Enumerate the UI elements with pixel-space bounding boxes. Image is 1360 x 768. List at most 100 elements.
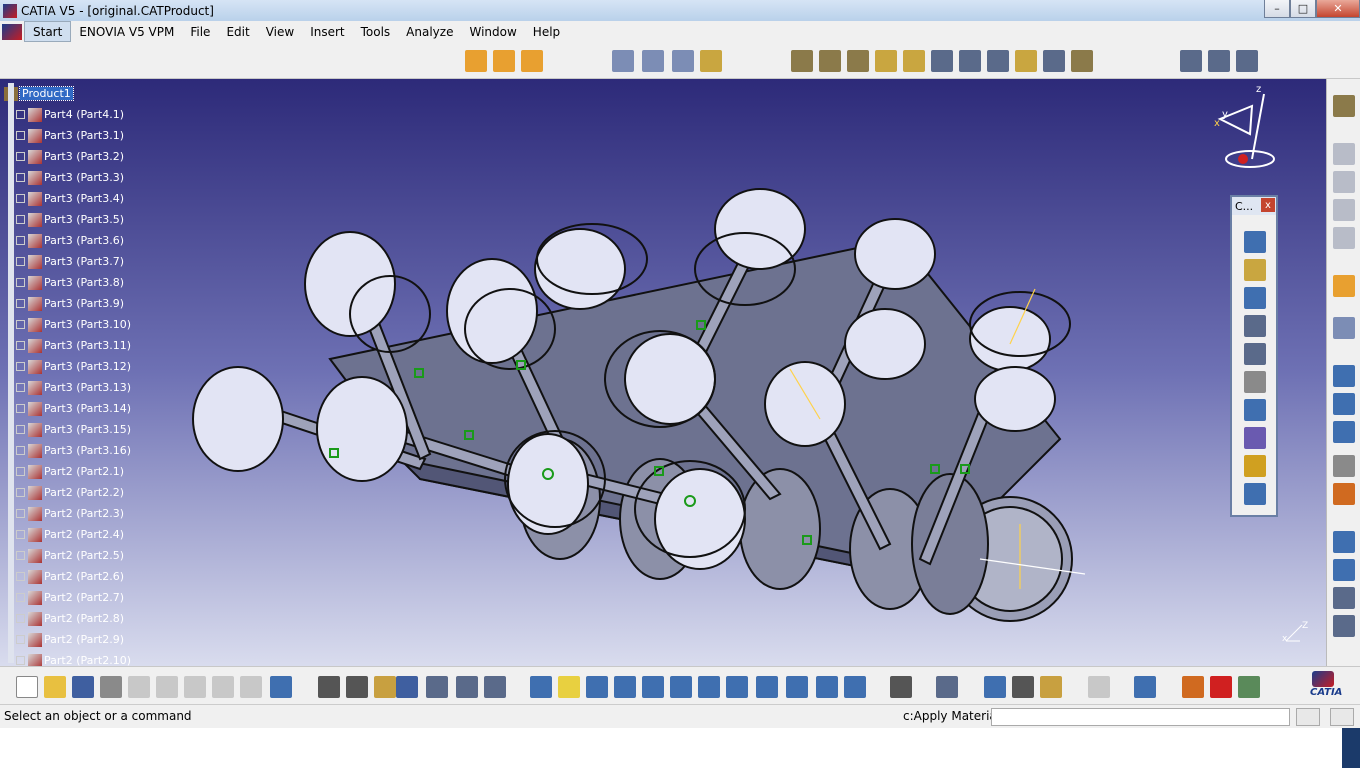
tree-node-label[interactable]: Part2 (Part2.7) — [44, 591, 124, 604]
update-icon[interactable] — [1088, 676, 1110, 698]
command-input[interactable] — [991, 708, 1290, 726]
anchor-icon[interactable] — [1244, 343, 1266, 365]
tree-node-label[interactable]: Part3 (Part3.15) — [44, 423, 131, 436]
fit-all-icon[interactable] — [558, 676, 580, 698]
expand-icon[interactable] — [16, 530, 25, 539]
list-icon[interactable] — [484, 676, 506, 698]
multi-view-icon[interactable] — [726, 676, 748, 698]
refresh-icon[interactable] — [1244, 455, 1266, 477]
whats-this-icon[interactable] — [270, 676, 292, 698]
tree-node-label[interactable]: Part3 (Part3.4) — [44, 192, 124, 205]
tree-node[interactable]: Part2 (Part2.7) — [4, 587, 131, 608]
expand-icon[interactable] — [16, 614, 25, 623]
undo-icon[interactable] — [212, 676, 234, 698]
normal-view-icon[interactable] — [698, 676, 720, 698]
camera-icon[interactable] — [890, 676, 912, 698]
expand-icon[interactable] — [16, 194, 25, 203]
measure-icon[interactable] — [984, 676, 1006, 698]
tree-node[interactable]: Part3 (Part3.4) — [4, 188, 131, 209]
knowledge-icon[interactable] — [374, 676, 396, 698]
constraints-floating-toolbar[interactable]: C... x — [1230, 195, 1278, 517]
zoom-out-icon[interactable] — [670, 676, 692, 698]
tree-node[interactable]: Part2 (Part2.1) — [4, 461, 131, 482]
manipulation-icon[interactable] — [612, 50, 634, 72]
fix-together-icon[interactable] — [931, 50, 953, 72]
view-cube-icon[interactable] — [1333, 531, 1355, 553]
tree-node[interactable]: Part3 (Part3.15) — [4, 419, 131, 440]
tree-expand-icon[interactable] — [1208, 50, 1230, 72]
expand-icon[interactable] — [16, 593, 25, 602]
tree-node[interactable]: Part3 (Part3.8) — [4, 272, 131, 293]
tree-node[interactable]: Part2 (Part2.4) — [4, 524, 131, 545]
comment-icon[interactable] — [346, 676, 368, 698]
quick-constraint-icon[interactable] — [959, 50, 981, 72]
measure-item-icon[interactable] — [1012, 676, 1034, 698]
hide-show-icon[interactable] — [816, 676, 838, 698]
tree-node-label[interactable]: Part2 (Part2.2) — [44, 486, 124, 499]
expand-icon[interactable] — [16, 425, 25, 434]
tree-node[interactable]: Part3 (Part3.14) — [4, 398, 131, 419]
expand-icon[interactable] — [16, 215, 25, 224]
tree-root[interactable]: Product1 — [4, 83, 131, 104]
tree-node-label[interactable]: Part3 (Part3.6) — [44, 234, 124, 247]
expand-icon[interactable] — [16, 299, 25, 308]
change-constraint-icon[interactable] — [1015, 50, 1037, 72]
new-icon[interactable] — [16, 676, 38, 698]
expand-icon[interactable] — [16, 572, 25, 581]
material-icon[interactable] — [1182, 676, 1204, 698]
tree-node-label[interactable]: Part2 (Part2.5) — [44, 549, 124, 562]
tree-node[interactable]: Part3 (Part3.13) — [4, 377, 131, 398]
existing-component-icon[interactable] — [493, 50, 515, 72]
arrow-icon[interactable] — [1333, 421, 1355, 443]
analysis-icon[interactable] — [1238, 676, 1260, 698]
table-icon[interactable] — [396, 676, 418, 698]
menu-tools[interactable]: Tools — [353, 21, 399, 42]
expand-icon[interactable] — [16, 635, 25, 644]
compass[interactable]: z x y — [1210, 84, 1285, 174]
tree-node-label[interactable]: Part2 (Part2.1) — [44, 465, 124, 478]
menu-help[interactable]: Help — [525, 21, 568, 42]
reuse-pattern-icon[interactable] — [1043, 50, 1065, 72]
floating-toolbar-close[interactable]: x — [1261, 198, 1275, 212]
gear-icon[interactable] — [1333, 95, 1355, 117]
offset-constraint-icon[interactable] — [847, 50, 869, 72]
menu-file[interactable]: File — [182, 21, 218, 42]
expand-icon[interactable] — [16, 257, 25, 266]
tree-node-label[interactable]: Part2 (Part2.8) — [44, 612, 124, 625]
expand-icon[interactable] — [16, 131, 25, 140]
expand-icon[interactable] — [16, 278, 25, 287]
tree-node[interactable]: Part2 (Part2.6) — [4, 566, 131, 587]
tree-node-label[interactable]: Part2 (Part2.9) — [44, 633, 124, 646]
pan-icon[interactable] — [586, 676, 608, 698]
expand-icon[interactable] — [16, 236, 25, 245]
stop-clash-icon[interactable] — [700, 50, 722, 72]
tree-node-label[interactable]: Part3 (Part3.3) — [44, 171, 124, 184]
network-icon[interactable] — [1244, 483, 1266, 505]
lock-icon[interactable] — [456, 676, 478, 698]
open-icon[interactable] — [44, 676, 66, 698]
tree-root-label[interactable]: Product1 — [19, 86, 74, 101]
3d-viewport[interactable]: Product1 Part4 (Part4.1) Part3 (Part3.1) P… — [0, 79, 1326, 666]
fly-icon[interactable] — [530, 676, 552, 698]
tree-node[interactable]: Part2 (Part2.2) — [4, 482, 131, 503]
tree-node[interactable]: Part2 (Part2.3) — [4, 503, 131, 524]
annotation-icon[interactable] — [1333, 455, 1355, 477]
menu-edit[interactable]: Edit — [218, 21, 257, 42]
status-button-1[interactable] — [1296, 708, 1320, 726]
expand-icon[interactable] — [16, 320, 25, 329]
zoom-in-icon[interactable] — [642, 676, 664, 698]
redo-icon[interactable] — [240, 676, 262, 698]
catia-app-icon[interactable] — [3, 3, 17, 18]
engine-model[interactable] — [0, 79, 1326, 666]
rotate-icon[interactable] — [614, 676, 636, 698]
section-icon[interactable] — [1333, 559, 1355, 581]
tree-node-label[interactable]: Part3 (Part3.10) — [44, 318, 131, 331]
select-cursor-icon[interactable] — [1333, 275, 1355, 297]
select-trap-icon[interactable] — [1333, 317, 1355, 339]
layout2-icon[interactable] — [1333, 615, 1355, 637]
tree-node[interactable]: Part3 (Part3.7) — [4, 251, 131, 272]
contact-constraint-icon[interactable] — [819, 50, 841, 72]
menu-enovia[interactable]: ENOVIA V5 VPM — [71, 21, 182, 42]
menu-insert[interactable]: Insert — [302, 21, 352, 42]
save-icon[interactable] — [72, 676, 94, 698]
